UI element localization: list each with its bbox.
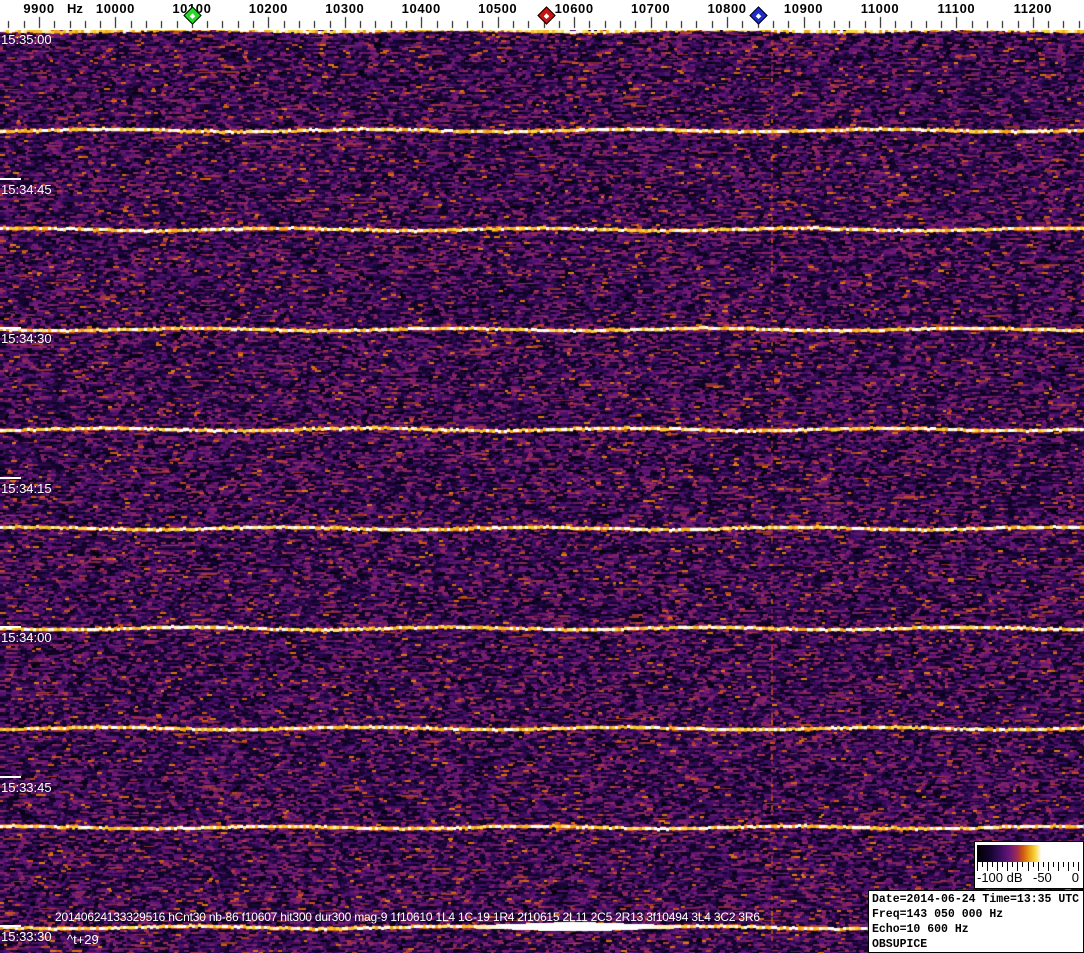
time-label-15:34:30: 15:34:30 (1, 331, 52, 346)
info-echo: Echo=10 600 Hz (872, 923, 969, 936)
colorbar-labels: -100 dB -50 0 (975, 870, 1081, 886)
time-label-15:34:15: 15:34:15 (1, 481, 52, 496)
colorbar-tick (1062, 862, 1064, 867)
axis-label-10200: 10200 (248, 1, 288, 16)
colorbar-tick (992, 862, 994, 867)
frequency-unit-label: Hz (67, 1, 83, 16)
colorbar-legend: -100 dB -50 0 (974, 841, 1084, 889)
colorbar-tick (1073, 862, 1074, 867)
marker-blue-diamond-center-dot (755, 13, 762, 20)
marker-green-diamond-center-dot (189, 13, 196, 20)
colorbar-gradient (977, 845, 1079, 862)
colorbar-tick (1002, 862, 1004, 867)
colorbar-tick (982, 862, 983, 867)
time-label-15:35:00: 15:35:00 (1, 32, 52, 47)
time-tick-15:34:45 (0, 178, 21, 180)
axis-label-11100: 11100 (937, 1, 976, 16)
axis-label-10300: 10300 (325, 1, 365, 16)
colorbar-label-mid: -50 (1033, 870, 1052, 885)
time-label-15:34:00: 15:34:00 (1, 630, 52, 645)
colorbar-tick (1022, 862, 1024, 867)
colorbar-tick (1032, 862, 1034, 867)
colorbar-tick (1052, 862, 1054, 867)
time-tick-15:34:30 (0, 327, 21, 329)
axis-label-11200: 11200 (1013, 1, 1053, 16)
time-label-15:34:45: 15:34:45 (1, 182, 52, 197)
axis-label-10400: 10400 (401, 1, 441, 16)
axis-label-10000: 10000 (95, 1, 136, 16)
time-tick-15:34:15 (0, 477, 21, 479)
info-station: OBSUPICE (872, 938, 928, 951)
detection-log-text: 20140624133329516 hCnt30 nb-86 f10607 hi… (55, 910, 760, 924)
meteor-spectrogram-app: Hz 9900100001010010200103001040010500106… (0, 0, 1084, 953)
colorbar-label-min: -100 dB (977, 870, 1023, 885)
colorbar-label-max: 0 (1071, 870, 1079, 885)
time-label-15:33:45: 15:33:45 (1, 780, 52, 795)
axis-label-10900: 10900 (783, 1, 824, 16)
axis-label-10600: 10600 (554, 1, 594, 16)
marker-red-diamond-center-dot (543, 13, 550, 20)
axis-label-11000: 11000 (860, 1, 900, 16)
time-tick-15:34:00 (0, 626, 21, 628)
axis-label-10800: 10800 (707, 1, 747, 16)
colorbar-tick (1012, 862, 1014, 867)
spectrogram-waterfall[interactable] (0, 30, 1084, 953)
axis-label-9900: 9900 (23, 1, 55, 16)
station-info-box: Date=2014-06-24 Time=13:35 UTC Freq=143 … (868, 890, 1084, 953)
time-offset-marker: ^t+29 (67, 932, 99, 947)
axis-label-10700: 10700 (631, 1, 671, 16)
time-label-15:33:30: 15:33:30 (1, 929, 52, 944)
frequency-axis: Hz 9900100001010010200103001040010500106… (0, 0, 1084, 30)
info-frequency: Freq=143 050 000 Hz (872, 908, 1004, 921)
colorbar-tick (1042, 862, 1044, 867)
time-tick-15:33:45 (0, 776, 21, 778)
axis-label-10500: 10500 (478, 1, 518, 16)
info-date-time: Date=2014-06-24 Time=13:35 UTC (872, 893, 1080, 906)
time-tick-15:33:30 (0, 925, 21, 927)
